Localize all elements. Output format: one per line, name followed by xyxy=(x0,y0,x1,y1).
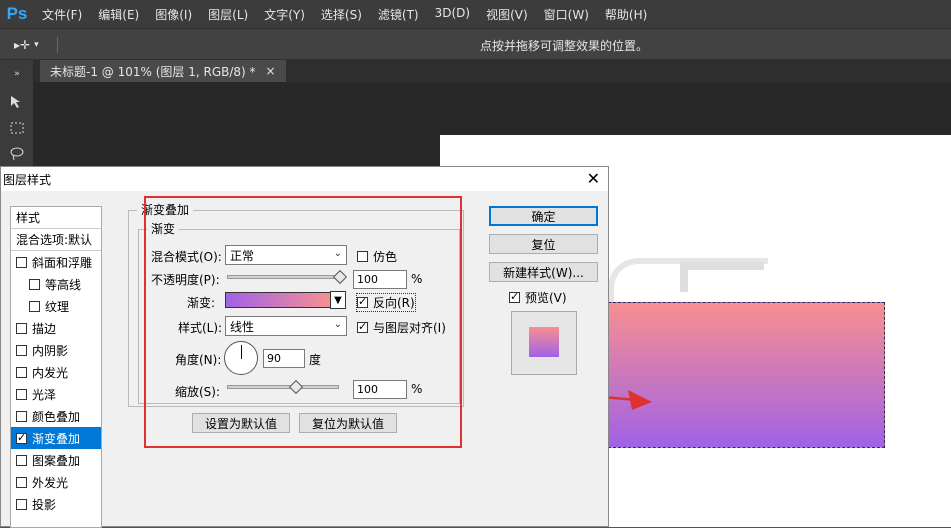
style-item-label: 外发光 xyxy=(32,475,69,490)
style-item[interactable]: 投影 xyxy=(11,493,101,515)
style-item[interactable]: 等高线 xyxy=(11,273,101,295)
menu-bar: Ps 文件(F) 编辑(E) 图像(I) 图层(L) 文字(Y) 选择(S) 滤镜(T) 3D… xyxy=(0,0,951,28)
style-item-label: 纹理 xyxy=(45,299,70,314)
style-item-label: 描边 xyxy=(32,321,57,336)
style-item[interactable]: 光泽 xyxy=(11,383,101,405)
menu-item-0[interactable]: 文件(F) xyxy=(34,6,90,23)
preview-checkbox[interactable]: 预览(V) xyxy=(509,289,567,306)
style-item[interactable]: 渐变叠加 xyxy=(11,427,101,449)
style-item-checkbox[interactable] xyxy=(16,498,27,510)
style-item[interactable]: 颜色叠加 xyxy=(11,405,101,427)
canvas-shape-faded-2 xyxy=(680,262,764,292)
style-item-label: 斜面和浮雕 xyxy=(32,255,93,270)
document-tab[interactable]: 未标题-1 @ 101% (图层 1, RGB/8) * × xyxy=(40,60,286,82)
photoshop-logo[interactable]: Ps xyxy=(0,0,34,28)
style-preview xyxy=(511,311,577,375)
style-item-checkbox[interactable] xyxy=(29,278,40,290)
preview-check[interactable] xyxy=(509,290,520,303)
move-tool-icon: ▸✛ xyxy=(14,38,31,52)
menu-item-6[interactable]: 滤镜(T) xyxy=(370,6,427,23)
gradient-layer-preview[interactable] xyxy=(598,302,885,448)
style-item-checkbox[interactable] xyxy=(16,256,27,268)
close-icon[interactable]: × xyxy=(266,64,276,78)
chevron-down-icon: ▾ xyxy=(34,40,39,50)
style-item-checkbox[interactable] xyxy=(29,300,40,312)
blending-options[interactable]: 混合选项:默认 xyxy=(11,229,101,251)
move-icon[interactable] xyxy=(7,92,27,112)
menu-items: 文件(F) 编辑(E) 图像(I) 图层(L) 文字(Y) 选择(S) 滤镜(T) 3D(D)… xyxy=(34,6,655,23)
options-hint: 点按并拖移可调整效果的位置。 xyxy=(480,39,649,53)
styles-header[interactable]: 样式 xyxy=(11,207,101,229)
style-item[interactable]: 内阴影 xyxy=(11,339,101,361)
style-item-checkbox[interactable] xyxy=(16,431,27,444)
style-item[interactable]: 斜面和浮雕 xyxy=(11,251,101,273)
menu-item-3[interactable]: 图层(L) xyxy=(200,6,256,23)
style-item-checkbox[interactable] xyxy=(16,476,27,488)
style-item-checkbox[interactable] xyxy=(16,454,27,466)
preview-label: 预览(V) xyxy=(525,291,567,305)
style-item-label: 内阴影 xyxy=(32,343,69,358)
style-item-label: 内发光 xyxy=(32,365,69,380)
menu-item-1[interactable]: 编辑(E) xyxy=(90,6,147,23)
style-list: 样式 混合选项:默认 斜面和浮雕等高线纹理描边内阴影内发光光泽颜色叠加渐变叠加图… xyxy=(10,206,102,528)
menu-item-10[interactable]: 帮助(H) xyxy=(597,6,655,23)
menu-item-7[interactable]: 3D(D) xyxy=(427,6,478,23)
style-item-label: 图案叠加 xyxy=(32,453,81,468)
ok-button[interactable]: 确定 xyxy=(489,206,598,226)
dialog-title-bar: 图层样式 ✕ xyxy=(1,167,608,191)
marquee-icon[interactable] xyxy=(7,118,27,138)
options-bar: ▸✛ ▾ 点按并拖移可调整效果的位置。 xyxy=(0,28,951,60)
style-item[interactable]: 描边 xyxy=(11,317,101,339)
move-tool-preset[interactable]: ▸✛ ▾ xyxy=(14,37,58,53)
menu-item-8[interactable]: 视图(V) xyxy=(478,6,536,23)
close-icon[interactable]: ✕ xyxy=(587,169,600,188)
style-item-checkbox[interactable] xyxy=(16,322,27,334)
new-style-button[interactable]: 新建样式(W)... xyxy=(489,262,598,282)
style-item[interactable]: 图案叠加 xyxy=(11,449,101,471)
style-item-label: 等高线 xyxy=(45,277,82,292)
document-tab-title: 未标题-1 @ 101% (图层 1, RGB/8) * xyxy=(50,64,256,79)
collapse-icon[interactable]: » xyxy=(7,64,27,84)
style-item-label: 颜色叠加 xyxy=(32,409,81,424)
style-item-checkbox[interactable] xyxy=(16,410,27,422)
style-item-label: 渐变叠加 xyxy=(32,431,81,446)
reset-button[interactable]: 复位 xyxy=(489,234,598,254)
menu-item-9[interactable]: 窗口(W) xyxy=(536,6,597,23)
style-item-checkbox[interactable] xyxy=(16,388,27,400)
lasso-icon[interactable] xyxy=(7,144,27,164)
document-tabs: 未标题-1 @ 101% (图层 1, RGB/8) * × xyxy=(34,60,951,82)
style-item-label: 投影 xyxy=(32,497,57,512)
menu-item-5[interactable]: 选择(S) xyxy=(313,6,370,23)
style-preview-swatch xyxy=(529,327,559,357)
style-item[interactable]: 纹理 xyxy=(11,295,101,317)
style-item[interactable]: 内发光 xyxy=(11,361,101,383)
menu-item-4[interactable]: 文字(Y) xyxy=(256,6,313,23)
menu-item-2[interactable]: 图像(I) xyxy=(147,6,200,23)
style-item-checkbox[interactable] xyxy=(16,366,27,378)
dialog-title: 图层样式 xyxy=(3,172,52,187)
style-item[interactable]: 外发光 xyxy=(11,471,101,493)
annotation-highlight-box xyxy=(144,196,462,448)
style-item-checkbox[interactable] xyxy=(16,344,27,356)
style-item-label: 光泽 xyxy=(32,387,57,402)
